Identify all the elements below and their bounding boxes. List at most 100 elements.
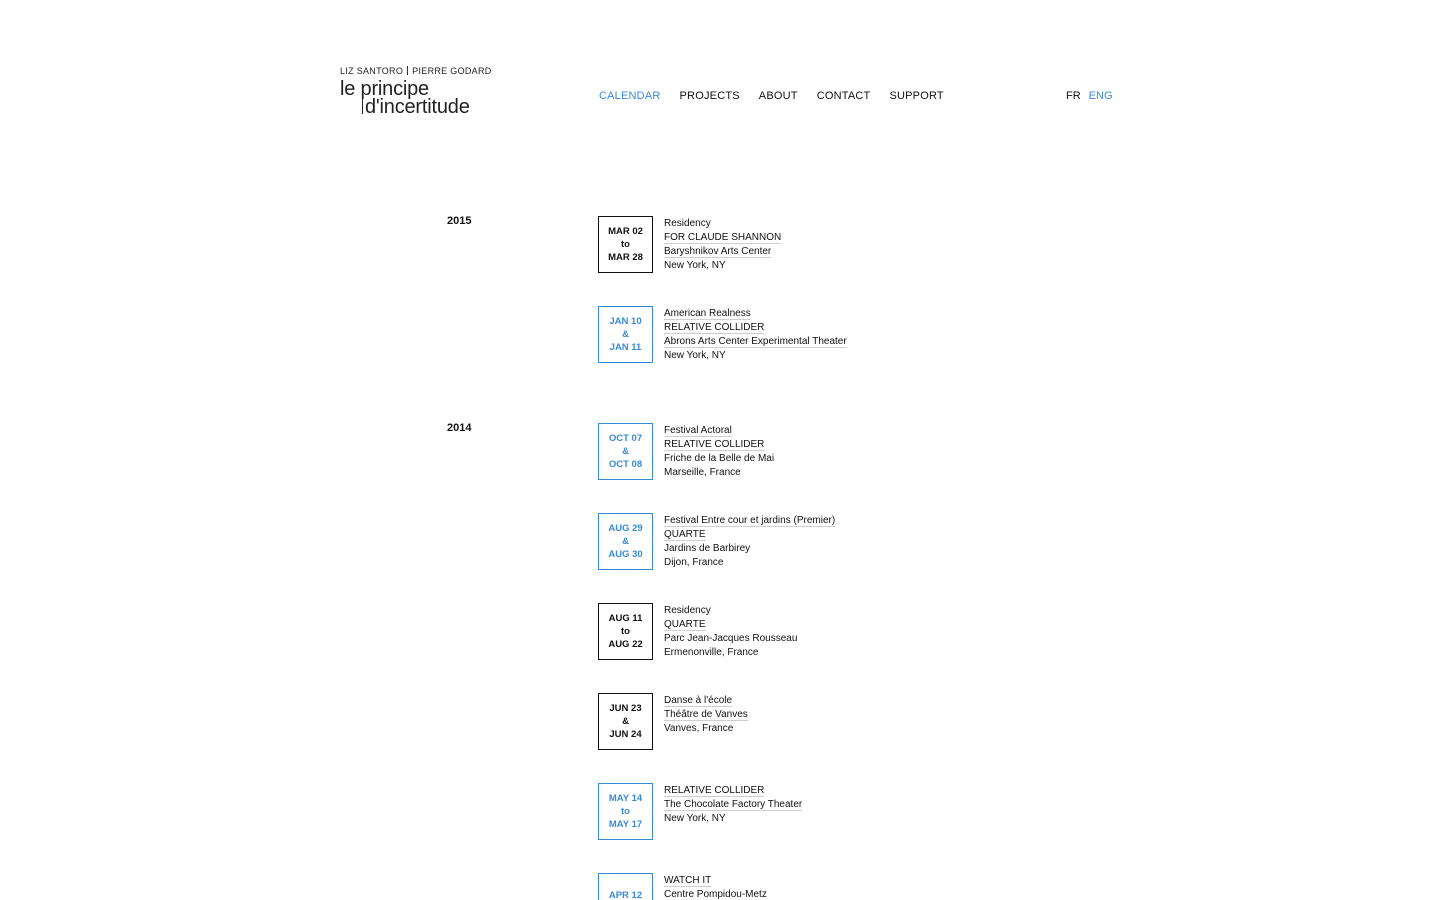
event-date-box[interactable]: AUG 29 & AUG 30	[598, 513, 653, 570]
event-link[interactable]: American Realness	[664, 308, 751, 320]
event-detail-line: Dijon, France	[664, 556, 835, 570]
event-title: Danse à l'école	[664, 694, 748, 708]
event-end-date: MAY 17	[608, 819, 643, 830]
logo-bar	[362, 94, 363, 114]
names-divider	[407, 66, 409, 75]
event-link[interactable]: RELATIVE COLLIDER	[664, 785, 765, 797]
event-title: Festival Actoral	[664, 424, 774, 438]
event-date-box[interactable]: MAY 14 to MAY 17	[598, 783, 653, 840]
language-switch: FR ENG	[1066, 90, 1121, 102]
event-detail-line: Ermenonville, France	[664, 646, 797, 660]
event-date-connector: &	[622, 446, 629, 457]
event-link[interactable]: RELATIVE COLLIDER	[664, 439, 765, 451]
event-start-date: AUG 29	[608, 523, 643, 534]
event-title: Residency	[664, 604, 797, 618]
event-detail-line: New York, NY	[664, 349, 847, 363]
event-detail-line: New York, NY	[664, 812, 802, 826]
logo-line-2: d'incertitude	[340, 94, 490, 117]
event-text: New York, NY	[664, 350, 726, 361]
event-link[interactable]: Abrons Arts Center Experimental Theater	[664, 336, 847, 348]
event-link[interactable]: RELATIVE COLLIDER	[664, 322, 765, 334]
event-link[interactable]: FOR CLAUDE SHANNON	[664, 232, 782, 244]
event-detail-line: New York, NY	[664, 259, 781, 273]
event-end-date: AUG 22	[608, 639, 643, 650]
year-heading: 2014	[447, 422, 472, 434]
lang-eng[interactable]: ENG	[1089, 90, 1113, 102]
event-date-box[interactable]: JUN 23 & JUN 24	[598, 693, 653, 750]
event-start-date: OCT 07	[608, 433, 643, 444]
event-text: Parc Jean-Jacques Rousseau	[664, 633, 798, 644]
event-date-box[interactable]: MAR 02 to MAR 28	[598, 216, 653, 273]
event-date-box[interactable]: JAN 10 & JAN 11	[598, 306, 653, 363]
event-detail-line: Parc Jean-Jacques Rousseau	[664, 632, 797, 646]
event-date-box[interactable]: OCT 07 & OCT 08	[598, 423, 653, 480]
event-title: WATCH IT	[664, 874, 767, 888]
event-detail-line: Jardins de Barbirey	[664, 542, 835, 556]
artist-names: LIZ SANTORO PIERRE GODARD	[340, 66, 492, 76]
event-text: Vanves, France	[664, 723, 734, 734]
lang-fr[interactable]: FR	[1066, 90, 1081, 102]
event-link[interactable]: The Chocolate Factory Theater	[664, 799, 803, 811]
artist-name-liz: LIZ SANTORO	[340, 66, 404, 76]
event-info: Residency QUARTE Parc Jean-Jacques Roussea…	[664, 604, 797, 660]
event-link[interactable]: Festival Entre cour et jardins (Premier)	[664, 515, 836, 527]
nav-projects[interactable]: PROJECTS	[680, 90, 740, 102]
event-date-box[interactable]: AUG 11 to AUG 22	[598, 603, 653, 660]
nav-about[interactable]: ABOUT	[759, 90, 798, 102]
year-heading: 2015	[447, 215, 472, 227]
event-start-date: MAR 02	[608, 226, 643, 237]
event-detail-line: QUARTE	[664, 528, 835, 542]
event-start-date: MAY 14	[608, 793, 643, 804]
event-link[interactable]: QUARTE	[664, 619, 706, 631]
event-detail-line: Abrons Arts Center Experimental Theater	[664, 335, 847, 349]
event-info: Danse à l'école Théâtre de Vanves Vanves, …	[664, 694, 748, 736]
event-start-date: APR 12	[608, 889, 643, 900]
event-text: Jardins de Barbirey	[664, 543, 751, 554]
artist-name-pierre: PIERRE GODARD	[412, 66, 492, 76]
event-text: Ermenonville, France	[664, 647, 759, 658]
main-nav: CALENDAR PROJECTS ABOUT CONTACT SUPPORT	[599, 90, 963, 102]
event-link[interactable]: WATCH IT	[664, 875, 712, 887]
event-detail-line: Friche de la Belle de Mai	[664, 452, 774, 466]
event-date-connector: &	[622, 716, 629, 727]
event-text: Residency	[664, 605, 711, 616]
event-link[interactable]: QUARTE	[664, 529, 706, 541]
event-end-date: OCT 08	[608, 459, 643, 470]
event-title: Residency	[664, 217, 781, 231]
event-end-date: MAR 28	[608, 252, 643, 263]
event-detail-line: QUARTE	[664, 618, 797, 632]
event-detail-line: FOR CLAUDE SHANNON	[664, 231, 782, 245]
event-detail-line: RELATIVE COLLIDER	[664, 438, 774, 452]
event-date-connector: &	[622, 329, 629, 340]
event-end-date: AUG 30	[608, 549, 643, 560]
event-title: RELATIVE COLLIDER	[664, 784, 802, 798]
event-text: Friche de la Belle de Mai	[664, 453, 775, 464]
event-date-box[interactable]: APR 12 &	[598, 873, 653, 900]
event-start-date: JUN 23	[609, 703, 642, 714]
event-date-connector: &	[622, 536, 629, 547]
event-info: Festival Actoral RELATIVE COLLIDER Friche …	[664, 424, 774, 480]
event-detail-line: Centre Pompidou-Metz	[664, 888, 767, 900]
event-text: Marseille, France	[664, 467, 741, 478]
event-info: Residency FOR CLAUDE SHANNON Baryshnikov A…	[664, 217, 782, 273]
event-detail-line: Marseille, France	[664, 466, 774, 480]
nav-contact[interactable]: CONTACT	[817, 90, 871, 102]
event-detail-line: Théâtre de Vanves	[664, 708, 748, 722]
event-detail-line: The Chocolate Factory Theater	[664, 798, 803, 812]
event-start-date: JAN 10	[609, 316, 642, 327]
event-link[interactable]: Festival Actoral	[664, 425, 732, 437]
event-end-date: JUN 24	[609, 729, 642, 740]
site-logo[interactable]: LIZ SANTORO PIERRE GODARD le principe d'i…	[340, 66, 492, 117]
event-text: Dijon, France	[664, 557, 724, 568]
event-text: New York, NY	[664, 813, 726, 824]
event-end-date: JAN 11	[609, 342, 642, 353]
event-start-date: AUG 11	[608, 613, 643, 624]
event-link[interactable]: Baryshnikov Arts Center	[664, 246, 772, 258]
event-info: WATCH IT Centre Pompidou-Metz	[664, 874, 767, 900]
event-detail-line: Vanves, France	[664, 722, 748, 736]
event-link[interactable]: Théâtre de Vanves	[664, 709, 748, 721]
event-link[interactable]: Danse à l'école	[664, 695, 733, 707]
nav-support[interactable]: SUPPORT	[889, 90, 943, 102]
event-detail-line: RELATIVE COLLIDER	[664, 321, 847, 335]
nav-calendar[interactable]: CALENDAR	[599, 90, 661, 102]
